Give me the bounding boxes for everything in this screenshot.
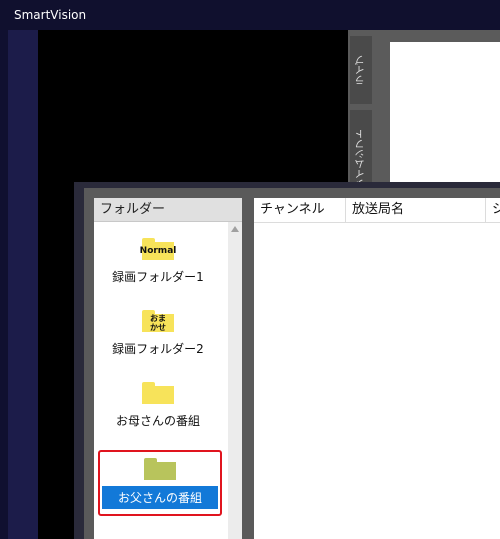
folder-icon [142, 382, 174, 404]
window-border [0, 0, 8, 539]
program-list-header: チャンネル 放送局名 シ [254, 198, 500, 223]
program-list: チャンネル 放送局名 シ [254, 198, 500, 539]
side-tab-bar: ライブ タイムシフト [348, 30, 380, 208]
column-header-channel[interactable]: チャンネル [254, 198, 346, 222]
app-title: SmartVision [14, 8, 87, 22]
folder-normal-icon: Normal [140, 238, 176, 260]
folder-label: 録画フォルダー1 [112, 270, 204, 284]
folder-icon-text: Normal [140, 242, 176, 260]
folder-item-father[interactable]: お父さんの番組 [98, 450, 222, 516]
tab-live[interactable]: ライブ [350, 36, 372, 104]
column-header-next[interactable]: シ [486, 198, 500, 222]
folder-icon [144, 458, 176, 480]
folder-item-recording-2[interactable]: おまかせ 録画フォルダー2 [98, 310, 218, 374]
scroll-up-arrow-icon[interactable] [231, 226, 239, 232]
tab-live-label: ライブ [355, 55, 367, 85]
preview-panel [390, 42, 500, 186]
tab-timeshift-label: タイムシフト [355, 129, 367, 189]
folder-omakase-icon: おまかせ [142, 310, 174, 332]
title-bar: SmartVision [0, 0, 500, 30]
folder-item-recording-1[interactable]: Normal 録画フォルダー1 [98, 238, 218, 302]
folder-icon-text: おまかせ [142, 314, 174, 332]
folder-item-mother[interactable]: お母さんの番組 [98, 382, 218, 446]
column-header-station[interactable]: 放送局名 [346, 198, 486, 222]
folder-list-header: フォルダー [94, 198, 242, 222]
folder-label: お母さんの番組 [115, 414, 200, 428]
folder-label-selected: お父さんの番組 [102, 486, 218, 509]
folder-list-scrollbar[interactable] [228, 222, 242, 539]
folder-label: 録画フォルダー2 [112, 342, 204, 356]
